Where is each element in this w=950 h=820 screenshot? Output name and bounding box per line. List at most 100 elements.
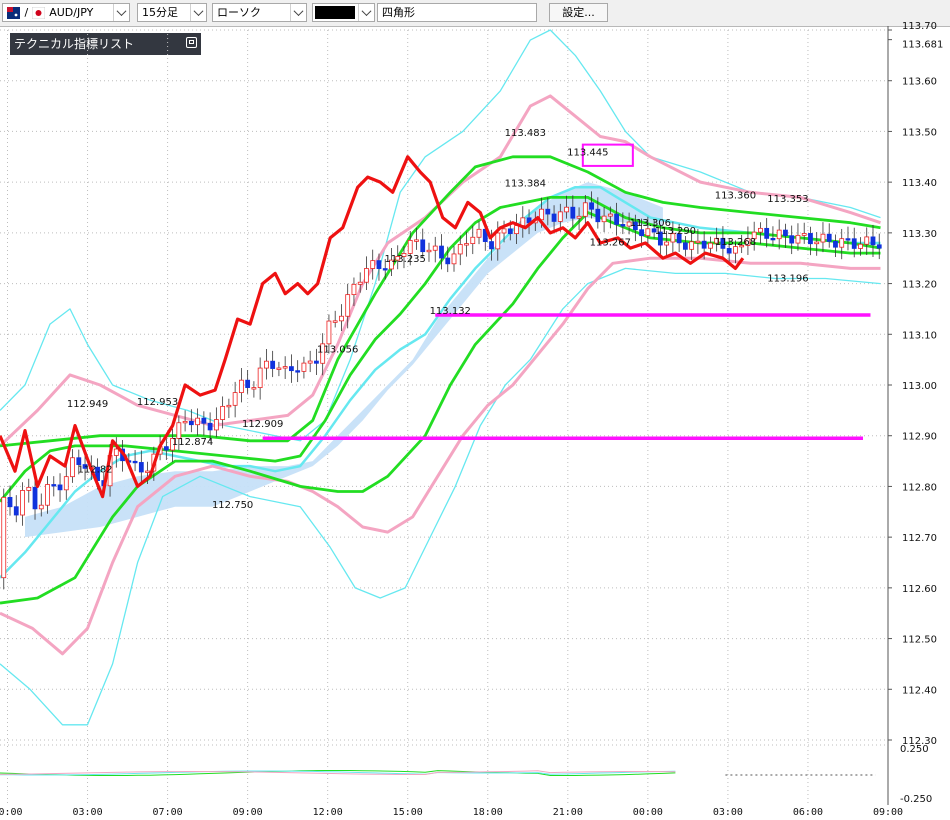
candle-body <box>495 232 501 250</box>
price-label: 113.290 <box>655 226 696 237</box>
price-label: 113.056 <box>317 345 358 356</box>
candle-body <box>564 206 569 213</box>
candle-body <box>201 417 207 424</box>
y-tick-label: 113.20 <box>902 280 937 291</box>
candle-body <box>220 405 226 420</box>
candle-body <box>432 245 438 251</box>
y-tick-label: 113.10 <box>902 330 937 341</box>
x-tick-label: 21:00 <box>553 807 583 818</box>
chart-area: 112.949 112.82 112.953 112.874 112.909 112.75… <box>0 21 943 818</box>
y-tick-label: 112.50 <box>902 635 937 646</box>
candle-body <box>826 233 832 242</box>
candle-body <box>195 417 201 426</box>
candle-body <box>858 243 863 249</box>
candle-body <box>489 241 494 250</box>
candle-body <box>289 366 294 372</box>
candle-body <box>514 225 519 235</box>
candle-body <box>576 215 582 219</box>
candle-body <box>188 420 194 426</box>
y-tick-label: 113.40 <box>902 178 937 189</box>
candle-body <box>113 448 119 456</box>
candle-body <box>758 227 763 233</box>
candle-body <box>339 315 344 322</box>
y-tick-label: 113.681 <box>902 40 943 51</box>
price-label: 112.82 <box>78 464 113 475</box>
candlesticks <box>1 191 882 590</box>
price-label: 113.483 <box>505 128 546 139</box>
y-tick-label: 113.50 <box>902 127 937 138</box>
price-label: 113.360 <box>715 190 756 201</box>
price-label: 113.267 <box>590 238 631 249</box>
candle-body <box>808 233 813 245</box>
y-tick-label: 113.30 <box>902 229 937 240</box>
y-axis: 113.70 113.681 113.60 113.50 113.40 113.30 113… <box>888 21 943 747</box>
candle-body <box>345 294 351 317</box>
candle-body <box>589 202 594 210</box>
candle-body <box>20 490 25 516</box>
candle-body <box>795 234 801 244</box>
candle-body <box>426 249 432 253</box>
candle-body <box>664 241 670 246</box>
candle-body <box>783 229 788 237</box>
candle-body <box>207 422 213 431</box>
green-lower-line <box>0 211 881 605</box>
candle-body <box>382 268 388 271</box>
x-tick-label: 07:00 <box>153 807 183 818</box>
candle-body <box>545 208 551 215</box>
candle-body <box>257 367 263 388</box>
candle-body <box>364 268 369 283</box>
cyan-upper-line <box>0 29 881 442</box>
x-tick-label: 03:00 <box>72 807 102 818</box>
candle-body <box>32 486 38 510</box>
candle-body <box>445 257 451 265</box>
candle-body <box>639 229 645 237</box>
candle-body <box>645 228 651 237</box>
x-tick-label: 09:00 <box>873 807 903 818</box>
price-label: 113.268 <box>715 237 756 248</box>
price-label: 112.874 <box>172 437 213 448</box>
candle-body <box>63 476 69 491</box>
candle-body <box>351 283 357 296</box>
candle-body <box>38 504 44 510</box>
candle-body <box>238 379 244 394</box>
candle-body <box>820 233 826 243</box>
y-tick-label: 113.60 <box>902 77 937 88</box>
x-axis: 00:00 03:00 07:00 09:00 12:00 15:00 18:00 21:00… <box>0 807 903 818</box>
candle-body <box>213 419 219 431</box>
price-label: 113.353 <box>767 194 808 205</box>
y-tick-label: 112.70 <box>902 533 937 544</box>
candle-body <box>520 217 526 226</box>
y-tick-label: 113.70 <box>902 21 937 32</box>
candle-body <box>689 241 695 250</box>
candle-body <box>726 247 732 254</box>
y-tick-label: 113.00 <box>902 381 937 392</box>
candle-body <box>464 243 469 246</box>
candle-body <box>7 496 13 508</box>
candle-body <box>457 244 463 255</box>
candle-body <box>13 506 19 516</box>
candle-body <box>507 228 513 235</box>
price-label: 112.953 <box>137 397 178 408</box>
candle-body <box>57 484 63 491</box>
price-label: 113.445 <box>567 147 608 158</box>
candle-body <box>701 240 707 249</box>
price-label: 113.132 <box>430 306 471 317</box>
candle-body <box>295 370 301 373</box>
candle-body <box>414 239 419 242</box>
candle-body <box>570 206 576 219</box>
candle-body <box>370 260 376 269</box>
candle-body <box>270 360 276 369</box>
candle-body <box>557 211 563 222</box>
candle-body <box>357 281 363 285</box>
candle-body <box>138 462 144 473</box>
y-tick-label: 112.60 <box>902 584 937 595</box>
candle-body <box>501 228 507 234</box>
candle-body <box>1 496 7 579</box>
y-tick-label: 112.40 <box>902 685 937 696</box>
candle-body <box>770 237 776 241</box>
candle-body <box>263 360 269 369</box>
price-label: 113.235 <box>385 254 426 265</box>
price-label: 112.949 <box>67 399 108 410</box>
y-tick-label: 112.90 <box>902 432 937 443</box>
candle-body <box>614 213 619 225</box>
